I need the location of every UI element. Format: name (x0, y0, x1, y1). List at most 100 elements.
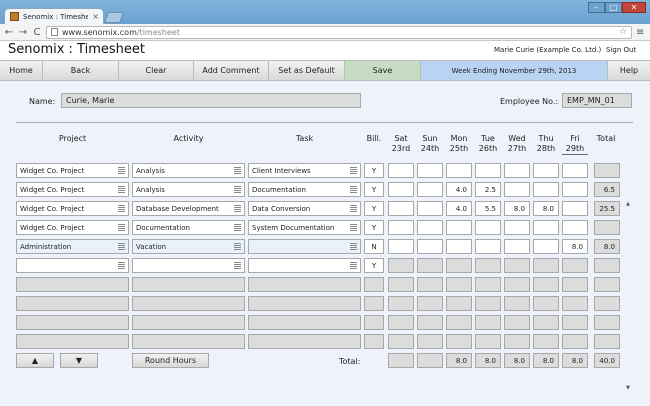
hours-cell[interactable] (562, 182, 588, 197)
grid-scrollbar[interactable]: ▲ ▼ (624, 201, 632, 391)
scroll-up-icon[interactable]: ▲ (624, 201, 632, 207)
hours-cell[interactable] (388, 163, 414, 178)
reload-icon[interactable]: C (32, 27, 42, 38)
hours-cell[interactable] (504, 220, 530, 235)
billable-cell[interactable]: Y (364, 258, 384, 273)
hours-cell[interactable] (446, 163, 472, 178)
hours-cell[interactable] (504, 163, 530, 178)
list-picker-icon[interactable] (350, 186, 357, 193)
tab-close-icon[interactable]: × (92, 12, 99, 21)
list-picker-icon[interactable] (350, 205, 357, 212)
project-cell[interactable]: Widget Co. Project (16, 201, 129, 216)
list-picker-icon[interactable] (118, 186, 125, 193)
hours-cell[interactable] (388, 182, 414, 197)
list-picker-icon[interactable] (350, 262, 357, 269)
move-row-up-button[interactable]: ▲ (16, 353, 54, 368)
sign-out-link[interactable]: Sign Out (606, 46, 636, 54)
hours-cell[interactable] (388, 239, 414, 254)
task-cell[interactable] (248, 258, 361, 273)
add-comment-button[interactable]: Add Comment (194, 61, 269, 80)
list-picker-icon[interactable] (118, 224, 125, 231)
list-picker-icon[interactable] (350, 167, 357, 174)
hours-cell[interactable] (562, 220, 588, 235)
activity-cell[interactable] (132, 258, 245, 273)
hours-cell[interactable] (417, 163, 443, 178)
task-cell[interactable]: Data Conversion (248, 201, 361, 216)
back-button[interactable]: Back (43, 61, 119, 80)
hours-cell[interactable] (562, 201, 588, 216)
browser-menu-icon[interactable]: ≡ (636, 27, 646, 38)
billable-cell[interactable]: Y (364, 163, 384, 178)
list-picker-icon[interactable] (234, 224, 241, 231)
list-picker-icon[interactable] (350, 224, 357, 231)
task-cell[interactable] (248, 239, 361, 254)
home-button[interactable]: Home (0, 61, 43, 80)
list-picker-icon[interactable] (118, 243, 125, 250)
project-cell[interactable]: Widget Co. Project (16, 220, 129, 235)
list-picker-icon[interactable] (234, 243, 241, 250)
list-picker-icon[interactable] (118, 167, 125, 174)
maximize-icon[interactable]: □ (605, 2, 622, 13)
bookmark-star-icon[interactable]: ☆ (619, 27, 627, 37)
week-ending-selector[interactable]: Week Ending November 29th, 2013 (421, 61, 608, 80)
task-cell[interactable]: System Documentation (248, 220, 361, 235)
hours-cell[interactable]: 8.0 (533, 201, 559, 216)
hours-cell[interactable] (562, 163, 588, 178)
list-picker-icon[interactable] (350, 243, 357, 250)
list-picker-icon[interactable] (234, 167, 241, 174)
hours-cell[interactable]: 4.0 (446, 201, 472, 216)
list-picker-icon[interactable] (234, 205, 241, 212)
hours-cell[interactable] (533, 239, 559, 254)
hours-cell[interactable]: 2.5 (475, 182, 501, 197)
billable-cell[interactable]: N (364, 239, 384, 254)
address-bar[interactable]: www.senomix.com/timesheet ☆ (46, 25, 632, 39)
close-window-icon[interactable]: ✕ (622, 2, 646, 13)
hours-cell[interactable] (504, 182, 530, 197)
browser-tab[interactable]: Senomix : Timesheet × (4, 8, 104, 24)
hours-cell[interactable] (388, 201, 414, 216)
round-hours-button[interactable]: Round Hours (132, 353, 209, 368)
activity-cell[interactable]: Analysis (132, 163, 245, 178)
list-picker-icon[interactable] (234, 262, 241, 269)
back-arrow-icon[interactable]: ← (4, 27, 14, 38)
scroll-down-icon[interactable]: ▼ (624, 385, 632, 391)
hours-cell[interactable] (504, 239, 530, 254)
activity-cell[interactable]: Analysis (132, 182, 245, 197)
hours-cell[interactable] (388, 220, 414, 235)
project-cell[interactable]: Administration (16, 239, 129, 254)
project-cell[interactable]: Widget Co. Project (16, 163, 129, 178)
billable-cell[interactable]: Y (364, 220, 384, 235)
hours-cell[interactable] (533, 163, 559, 178)
task-cell[interactable]: Documentation (248, 182, 361, 197)
hours-cell[interactable]: 8.0 (562, 239, 588, 254)
hours-cell[interactable] (475, 163, 501, 178)
save-button[interactable]: Save (345, 61, 421, 80)
set-default-button[interactable]: Set as Default (269, 61, 345, 80)
new-tab-button[interactable] (103, 12, 125, 23)
hours-cell[interactable] (475, 239, 501, 254)
project-cell[interactable]: Widget Co. Project (16, 182, 129, 197)
hours-cell[interactable] (417, 239, 443, 254)
hours-cell[interactable]: 5.5 (475, 201, 501, 216)
hours-cell[interactable] (533, 182, 559, 197)
move-row-down-button[interactable]: ▼ (60, 353, 98, 368)
list-picker-icon[interactable] (118, 262, 125, 269)
billable-cell[interactable]: Y (364, 201, 384, 216)
hours-cell[interactable] (417, 201, 443, 216)
clear-button[interactable]: Clear (119, 61, 194, 80)
minimize-icon[interactable]: – (588, 2, 605, 13)
hours-cell[interactable] (533, 220, 559, 235)
hours-cell[interactable] (417, 220, 443, 235)
hours-cell[interactable] (417, 182, 443, 197)
billable-cell[interactable]: Y (364, 182, 384, 197)
activity-cell[interactable]: Database Development (132, 201, 245, 216)
list-picker-icon[interactable] (118, 205, 125, 212)
hours-cell[interactable]: 4.0 (446, 182, 472, 197)
hours-cell[interactable] (475, 220, 501, 235)
help-button[interactable]: Help (608, 61, 650, 80)
activity-cell[interactable]: Documentation (132, 220, 245, 235)
list-picker-icon[interactable] (234, 186, 241, 193)
project-cell[interactable] (16, 258, 129, 273)
hours-cell[interactable] (446, 220, 472, 235)
forward-arrow-icon[interactable]: → (18, 27, 28, 38)
